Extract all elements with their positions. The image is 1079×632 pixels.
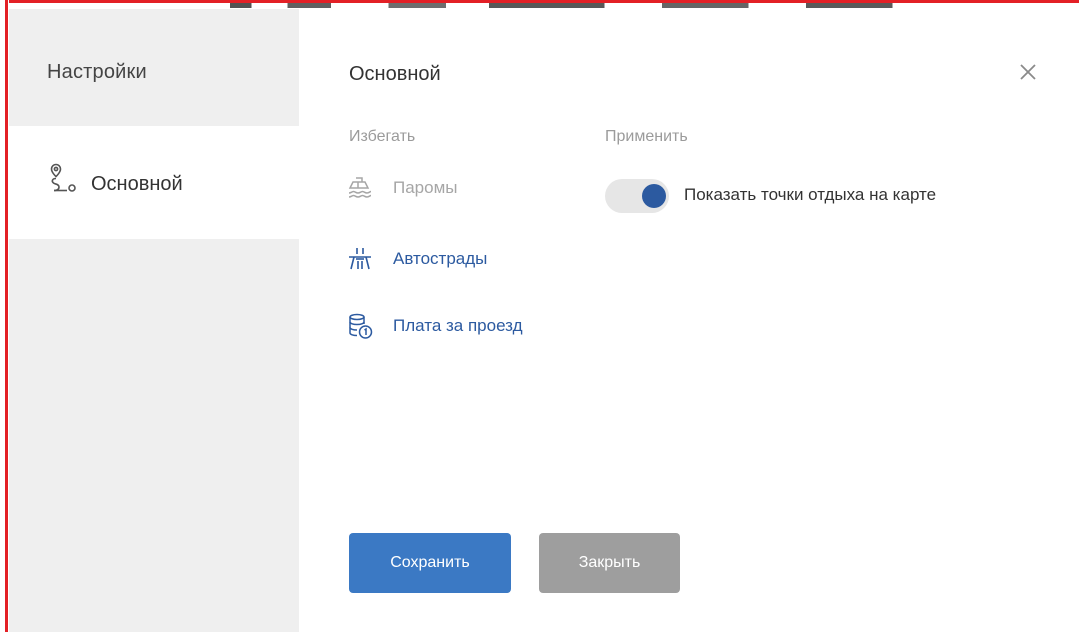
- highways-label: Автострады: [393, 249, 488, 268]
- sidebar-title: Настройки: [47, 61, 147, 83]
- window-top-edge: [0, 0, 1079, 9]
- avoid-heading: Избегать: [349, 128, 416, 145]
- ferry-icon: [347, 174, 373, 202]
- sidebar-item-label: Основной: [91, 173, 183, 195]
- apply-heading: Применить: [605, 128, 688, 145]
- settings-sidebar: Настройки Основной: [9, 9, 299, 632]
- tolls-label: Плата за проезд: [393, 316, 523, 335]
- toll-coins-icon: [347, 312, 373, 340]
- save-button[interactable]: Сохранить: [349, 533, 511, 593]
- route-icon: [49, 162, 79, 194]
- sidebar-item-general[interactable]: Основной: [9, 126, 299, 239]
- settings-panel: Основной Избегать Применить Паромы Автос…: [299, 9, 1079, 632]
- close-icon[interactable]: [1017, 61, 1039, 83]
- rest-stops-toggle[interactable]: [605, 179, 669, 213]
- ferries-label: Паромы: [393, 178, 458, 197]
- red-border-left: [5, 0, 8, 632]
- toggle-knob: [642, 184, 666, 208]
- page-title: Основной: [349, 63, 441, 85]
- cropped-content-strip: [230, 3, 950, 8]
- rest-stops-toggle-label: Показать точки отдыха на карте: [684, 185, 937, 204]
- close-button[interactable]: Закрыть: [539, 533, 680, 593]
- window-left-edge: [0, 0, 9, 632]
- highway-icon: [347, 245, 373, 273]
